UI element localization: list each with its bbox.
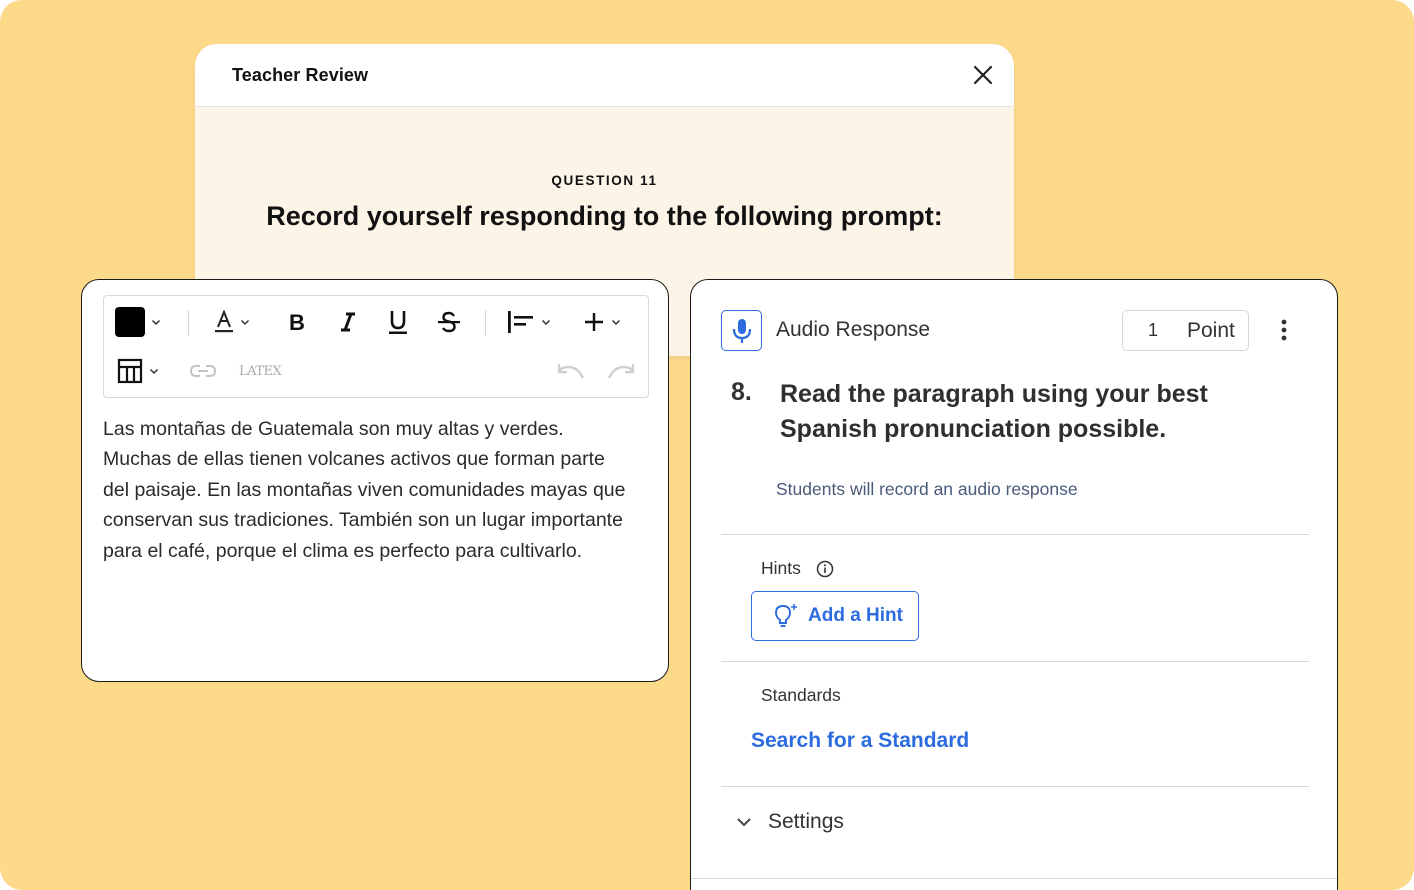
undo-button[interactable] (556, 351, 586, 391)
svg-text:B: B (289, 311, 305, 333)
add-hint-button[interactable]: Add a Hint (751, 591, 919, 641)
chevron-down-icon (541, 319, 551, 326)
latex-label: LATEX (239, 363, 282, 379)
editor-toolbar: B LATEX (103, 295, 649, 398)
font-color-button[interactable] (214, 302, 250, 342)
italic-button[interactable] (339, 302, 357, 342)
chevron-down-icon (149, 368, 159, 375)
toolbar-divider (188, 310, 189, 336)
question-text: Read the paragraph using your best Spani… (780, 380, 1208, 443)
standards-label: Standards (761, 685, 841, 705)
link-icon (189, 365, 217, 377)
add-hint-label: Add a Hint (808, 605, 903, 626)
question-subtext: Students will record an audio response (776, 479, 1078, 499)
section-divider (721, 661, 1309, 662)
table-button[interactable] (117, 351, 159, 391)
close-icon[interactable] (972, 64, 994, 86)
points-field[interactable]: 1 Point (1122, 310, 1249, 351)
settings-label: Settings (768, 810, 844, 833)
question-prompt: Record yourself responding to the follow… (266, 201, 943, 231)
bold-icon: B (289, 311, 305, 333)
bold-button[interactable]: B (288, 302, 306, 342)
more-options-icon[interactable] (1277, 318, 1291, 342)
section-divider (691, 878, 1337, 879)
points-label: Point (1187, 318, 1235, 342)
underline-icon (389, 311, 407, 334)
question-number: 8. (731, 378, 752, 406)
italic-icon (341, 312, 355, 332)
editor-card: B LATEX Las montañas de Guatemala son mu… (81, 279, 669, 682)
search-standard-link[interactable]: Search for a Standard (751, 729, 969, 753)
table-icon (117, 358, 143, 384)
chevron-down-icon (611, 319, 621, 326)
audio-type-badge (721, 310, 762, 351)
info-icon[interactable] (816, 560, 834, 578)
insert-button[interactable] (583, 302, 621, 342)
font-color-icon (215, 310, 233, 333)
undo-icon (557, 364, 585, 379)
color-swatch (115, 307, 145, 337)
strikethrough-icon (438, 311, 460, 333)
align-left-icon (508, 311, 533, 333)
redo-icon (607, 364, 635, 379)
chevron-down-icon (240, 319, 250, 326)
lightbulb-icon (775, 604, 797, 627)
audio-response-card: Audio Response 1 Point 8. Read the parag… (690, 279, 1338, 890)
points-value[interactable]: 1 (1123, 320, 1183, 341)
toolbar-divider (485, 310, 486, 336)
strikethrough-button[interactable] (437, 302, 461, 342)
align-button[interactable] (507, 302, 551, 342)
review-header: Teacher Review (195, 44, 1014, 107)
review-title: Teacher Review (232, 64, 369, 85)
section-divider (721, 534, 1309, 535)
hints-label: Hints (761, 558, 801, 578)
section-divider (721, 786, 1309, 787)
microphone-icon (732, 318, 751, 343)
text-color-picker[interactable] (115, 302, 161, 342)
chevron-down-icon (151, 319, 161, 326)
redo-button[interactable] (606, 351, 636, 391)
question-label: QUESTION 11 (551, 173, 658, 188)
editor-content[interactable]: Las montañas de Guatemala son muy altas … (103, 414, 633, 566)
underline-button[interactable] (388, 302, 408, 342)
plus-icon (585, 313, 603, 331)
question-type-title: Audio Response (776, 318, 931, 341)
latex-button[interactable]: LATEX (239, 351, 282, 391)
link-button[interactable] (189, 351, 217, 391)
settings-toggle[interactable]: Settings (736, 810, 844, 834)
chevron-down-icon (737, 818, 751, 827)
